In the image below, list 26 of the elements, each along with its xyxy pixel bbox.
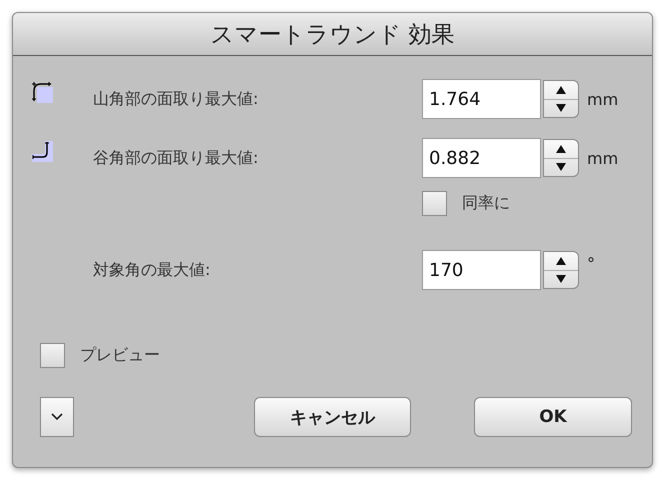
unit-label: mm <box>587 148 618 168</box>
ok-button[interactable]: OK <box>474 397 632 437</box>
triangle-up-icon <box>556 256 566 265</box>
checkbox-label: プレビュー <box>80 344 160 366</box>
number-field[interactable]: 170 <box>422 250 541 290</box>
window-title: スマートラウンド 効果 <box>210 20 455 50</box>
checkbox-label: 同率に <box>462 192 510 214</box>
field-label: 谷角部の面取り最大値: <box>93 148 260 168</box>
checkbox[interactable] <box>422 190 447 216</box>
unit-label: ° <box>587 254 595 273</box>
triangle-up-icon <box>556 86 566 94</box>
disclosure-button[interactable] <box>40 397 74 437</box>
triangle-down-icon <box>556 163 566 172</box>
unit-label: mm <box>587 90 618 108</box>
checkbox[interactable] <box>40 342 65 368</box>
field-label: 対象角の最大値: <box>93 260 212 280</box>
triangle-down-icon <box>556 275 566 284</box>
chevron-down-icon <box>51 413 63 421</box>
triangle-down-icon <box>556 104 566 112</box>
number-field[interactable]: 0.882 <box>422 138 541 178</box>
corner-inner-icon <box>31 140 53 162</box>
field-label: 山角部の面取り最大値: <box>93 88 260 110</box>
triangle-up-icon <box>556 144 566 153</box>
number-field[interactable]: 1.764 <box>422 79 541 119</box>
corner-round-icon <box>31 81 53 103</box>
cancel-button[interactable]: キャンセル <box>254 397 411 437</box>
